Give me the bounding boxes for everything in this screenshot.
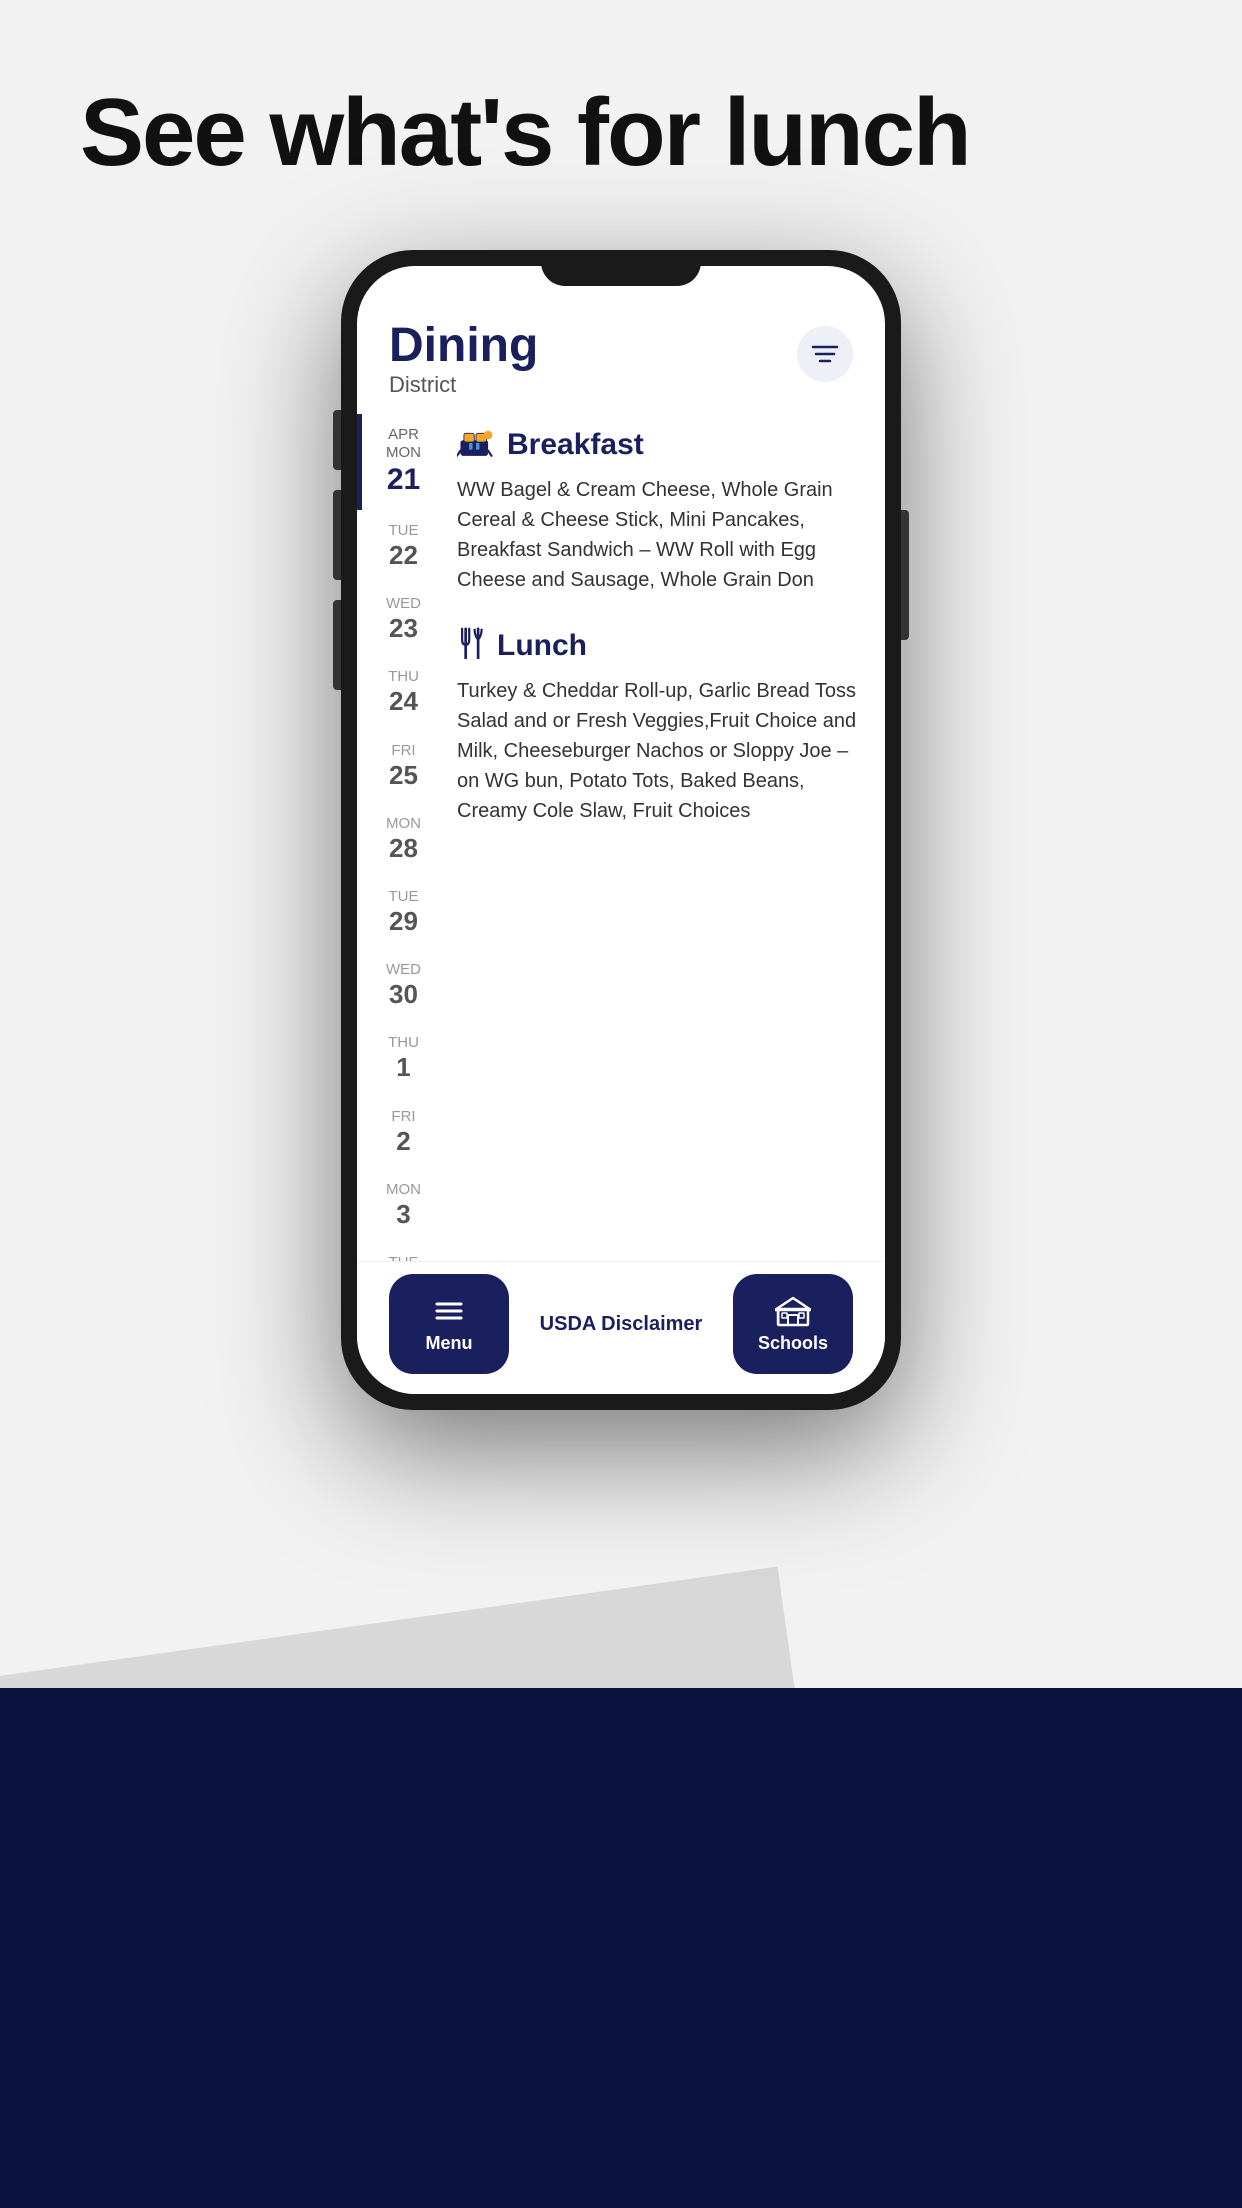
main-area: AprMON21TUE22WED23THU24FRI25MON28TUE29WE… [357, 414, 885, 1261]
date-day-name: MON [386, 1181, 421, 1199]
date-day-name: TUE [389, 522, 419, 540]
app-header: Dining District [357, 266, 885, 414]
background-bottom [0, 1688, 1242, 2208]
meal-section: Breakfast WW Bagel & Cream Cheese, Whole … [457, 426, 861, 595]
date-item[interactable]: TUE4 [357, 1242, 445, 1261]
date-item[interactable]: FRI2 [357, 1096, 445, 1169]
filter-icon [811, 342, 839, 366]
menu-icon [433, 1295, 465, 1327]
breakfast-icon [457, 426, 495, 463]
app-subtitle: District [389, 372, 538, 398]
schools-nav-button[interactable]: Schools [733, 1274, 853, 1374]
date-item[interactable]: TUE22 [357, 510, 445, 583]
date-day-name: FRI [391, 1108, 415, 1126]
date-number: 28 [389, 833, 418, 864]
date-day-name: FRI [391, 742, 415, 760]
date-item[interactable]: THU24 [357, 656, 445, 729]
date-item[interactable]: WED30 [357, 949, 445, 1022]
date-number: 29 [389, 906, 418, 937]
side-button-silent [333, 600, 341, 690]
date-item[interactable]: THU1 [357, 1022, 445, 1095]
date-number: 24 [389, 686, 418, 717]
date-day-name: MON [386, 444, 421, 462]
date-day-name: MON [386, 815, 421, 833]
date-item[interactable]: WED23 [357, 583, 445, 656]
date-day-name: WED [386, 961, 421, 979]
schools-nav-label: Schools [758, 1333, 828, 1354]
date-number: 3 [396, 1199, 410, 1230]
date-day-name: THU [388, 668, 419, 686]
date-day-name: WED [386, 595, 421, 613]
date-day-name: THU [388, 1034, 419, 1052]
date-number: 23 [389, 613, 418, 644]
usda-disclaimer-link[interactable]: USDA Disclaimer [529, 1313, 713, 1336]
side-button-volume-up [333, 410, 341, 470]
date-day-name: TUE [389, 1254, 419, 1261]
phone-frame: Dining District AprMON21TUE22WED23THU24F… [341, 250, 901, 1410]
meal-header: Breakfast [457, 426, 861, 463]
side-button-volume-down [333, 490, 341, 580]
date-item[interactable]: MON28 [357, 803, 445, 876]
meal-description: WW Bagel & Cream Cheese, Whole Grain Cer… [457, 475, 861, 595]
side-button-power [901, 510, 909, 640]
date-number: 25 [389, 760, 418, 791]
date-number: 1 [396, 1052, 410, 1083]
date-number: 22 [389, 540, 418, 571]
app-title: Dining [389, 322, 538, 370]
menu-nav-button[interactable]: Menu [389, 1274, 509, 1374]
date-number: 30 [389, 979, 418, 1010]
date-sidebar: AprMON21TUE22WED23THU24FRI25MON28TUE29WE… [357, 414, 445, 1261]
school-icon [775, 1295, 811, 1327]
meal-title: Lunch [497, 629, 587, 663]
date-item[interactable]: AprMON21 [357, 414, 445, 510]
phone-screen: Dining District AprMON21TUE22WED23THU24F… [357, 266, 885, 1394]
bottom-bar: Menu USDA Disclaimer Schools [357, 1261, 885, 1394]
meal-title: Breakfast [507, 428, 644, 462]
page-headline: See what's for lunch [80, 80, 970, 186]
meal-description: Turkey & Cheddar Roll-up, Garlic Bread T… [457, 676, 861, 826]
lunch-icon [457, 627, 485, 664]
meal-header: Lunch [457, 627, 861, 664]
usda-area: USDA Disclaimer [509, 1313, 733, 1336]
date-item[interactable]: TUE29 [357, 876, 445, 949]
phone-notch [541, 250, 701, 286]
date-number: 21 [387, 462, 420, 498]
screen-content: Dining District AprMON21TUE22WED23THU24F… [357, 266, 885, 1394]
meal-content: Breakfast WW Bagel & Cream Cheese, Whole … [445, 414, 885, 1261]
date-month: Apr [388, 426, 419, 444]
filter-button[interactable] [797, 326, 853, 382]
date-number: 2 [396, 1126, 410, 1157]
date-day-name: TUE [389, 888, 419, 906]
meal-section: Lunch Turkey & Cheddar Roll-up, Garlic Br… [457, 627, 861, 826]
menu-nav-label: Menu [426, 1333, 473, 1354]
date-item[interactable]: MON3 [357, 1169, 445, 1242]
date-item[interactable]: FRI25 [357, 730, 445, 803]
header-text: Dining District [389, 322, 538, 398]
